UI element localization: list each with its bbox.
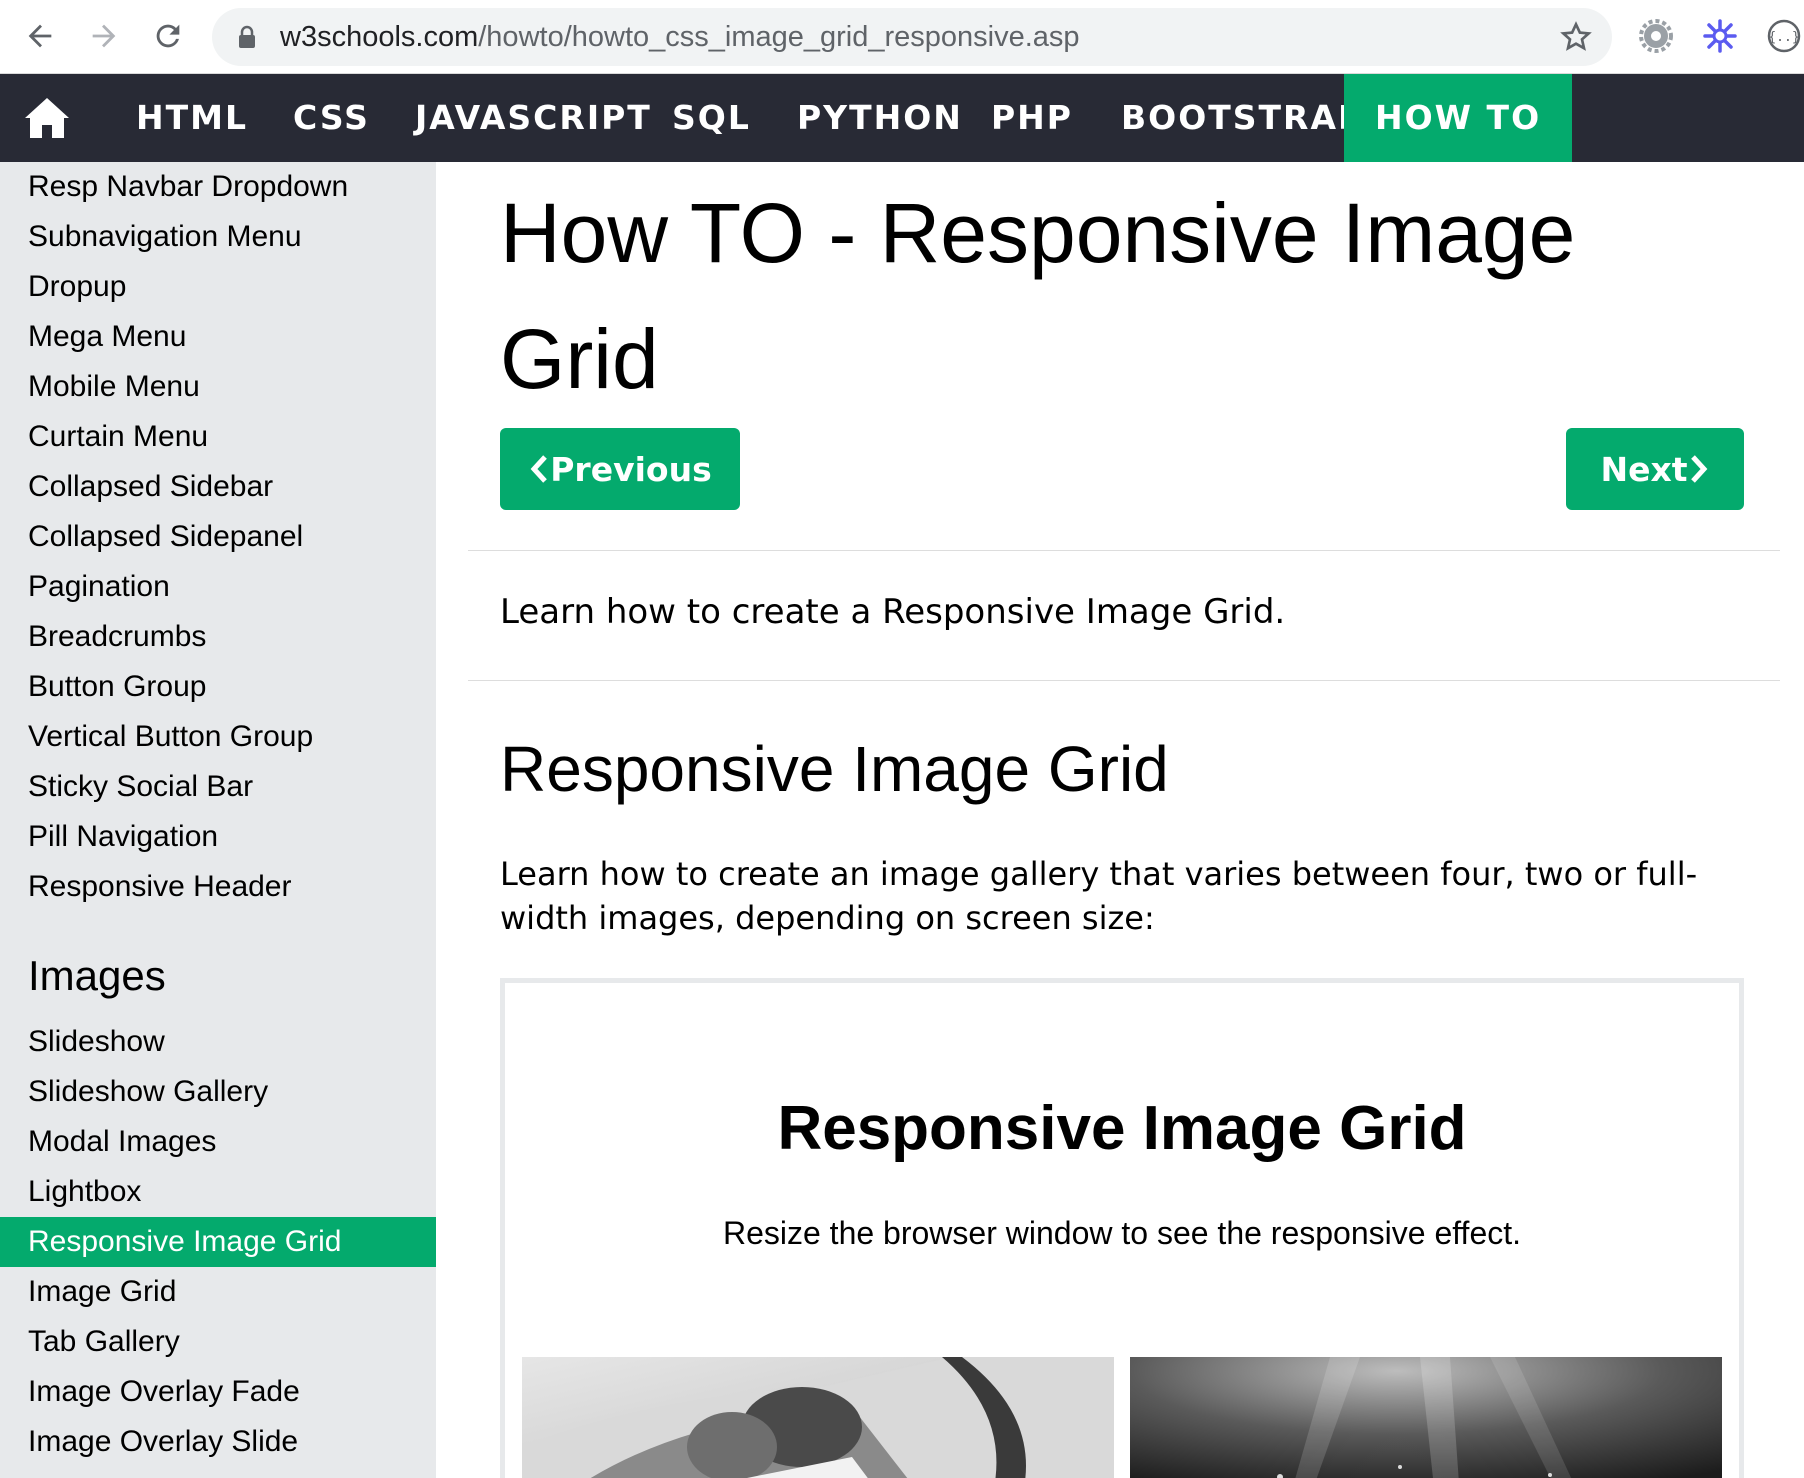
next-button[interactable]: Next [1566,428,1744,510]
sidebar-item-lightbox[interactable]: Lightbox [0,1167,436,1217]
sidebar-item-curtain-menu[interactable]: Curtain Menu [0,412,436,462]
divider [468,550,1780,551]
sidebar-item-sticky-social-bar[interactable]: Sticky Social Bar [0,762,436,812]
extension-sparkle-icon[interactable] [1702,18,1738,54]
sidebar-item-mega-menu[interactable]: Mega Menu [0,312,436,362]
sidebar-item-responsive-image-grid[interactable]: Responsive Image Grid [0,1217,436,1267]
sidebar-item-slideshow-gallery[interactable]: Slideshow Gallery [0,1067,436,1117]
sidebar-item-responsive-header[interactable]: Responsive Header [0,862,436,912]
arrow-left-icon [28,24,52,48]
sidebar-item-breadcrumbs[interactable]: Breadcrumbs [0,612,436,662]
nav-sql[interactable]: SQL [641,74,782,162]
nav-php[interactable]: PHP [960,74,1104,162]
sidebar-item-button-group[interactable]: Button Group [0,662,436,712]
sidebar-item-pill-navigation[interactable]: Pill Navigation [0,812,436,862]
sidebar-item-collapsed-sidebar[interactable]: Collapsed Sidebar [0,462,436,512]
section-heading: Responsive Image Grid [500,733,1169,805]
sidebar-item-pagination[interactable]: Pagination [0,562,436,612]
example-title: Responsive Image Grid [777,1094,1467,1163]
sidebar-item-collapsed-sidepanel[interactable]: Collapsed Sidepanel [0,512,436,562]
back-button[interactable] [18,14,62,58]
lock-icon [239,25,255,48]
nav-html[interactable]: HTML [105,74,279,162]
divider [468,680,1780,681]
url-text: w3schools.com/howto/howto_css_image_grid… [280,21,1080,53]
example-frame: Responsive Image Grid Resize the browser… [500,978,1744,1478]
previous-button[interactable]: Previous [500,428,740,510]
main-content: How TO - Responsive Image Grid Previous … [436,162,1804,1478]
sidebar-item-subnavigation-menu[interactable]: Subnavigation Menu [0,212,436,262]
sidebar-item-image-overlay-slide[interactable]: Image Overlay Slide [0,1417,436,1467]
sidebar: Resp Navbar Dropdown Subnavigation Menu … [0,162,436,1478]
home-icon[interactable] [22,94,72,140]
sidebar-item-mobile-menu[interactable]: Mobile Menu [0,362,436,412]
previous-label: Previous [550,449,712,489]
reload-icon [156,24,180,48]
chevron-left-icon [530,455,548,483]
intro-text: Learn how to create a Responsive Image G… [500,592,1286,632]
nav-javascript[interactable]: JAVASCRIPT [384,74,683,162]
sidebar-item-slideshow[interactable]: Slideshow [0,1017,436,1067]
forward-button[interactable] [82,14,126,58]
nav-css[interactable]: CSS [262,74,401,162]
bookmark-star-icon[interactable] [1560,21,1592,53]
chevron-right-icon [1690,455,1707,483]
svg-text:{..}: {..} [1768,30,1799,45]
sidebar-item-vertical-button-group[interactable]: Vertical Button Group [0,712,436,762]
sidebar-item-modal-images[interactable]: Modal Images [0,1117,436,1167]
sidebar-item-image-grid[interactable]: Image Grid [0,1267,436,1317]
top-navigation-bar: HTML CSS JAVASCRIPT SQL PYTHON PHP BOOTS… [0,74,1804,162]
grid-image-wedding [522,1357,1114,1478]
sidebar-item-dropup[interactable]: Dropup [0,262,436,312]
grid-image-underwater [1130,1357,1722,1478]
sidebar-item-resp-navbar-dropdown[interactable]: Resp Navbar Dropdown [0,162,436,212]
sidebar-item-image-overlay-fade[interactable]: Image Overlay Fade [0,1367,436,1417]
sidebar-item-tab-gallery[interactable]: Tab Gallery [0,1317,436,1367]
example-subtitle: Resize the browser window to see the res… [722,1215,1522,1251]
extension-gear-icon[interactable] [1638,18,1674,54]
sidebar-heading-images: Images [28,952,166,999]
next-label: Next [1600,449,1688,489]
browser-toolbar: w3schools.com/howto/howto_css_image_grid… [0,0,1804,74]
section-description: Learn how to create an image gallery tha… [500,855,1698,937]
page-title: How TO - Responsive Image Grid [500,186,1576,406]
nav-howto[interactable]: HOW TO [1344,74,1573,162]
extension-braces-icon[interactable]: {..} [1766,18,1802,54]
arrow-right-icon [92,24,116,48]
reload-button[interactable] [146,14,190,58]
address-bar[interactable]: w3schools.com/howto/howto_css_image_grid… [212,8,1612,66]
